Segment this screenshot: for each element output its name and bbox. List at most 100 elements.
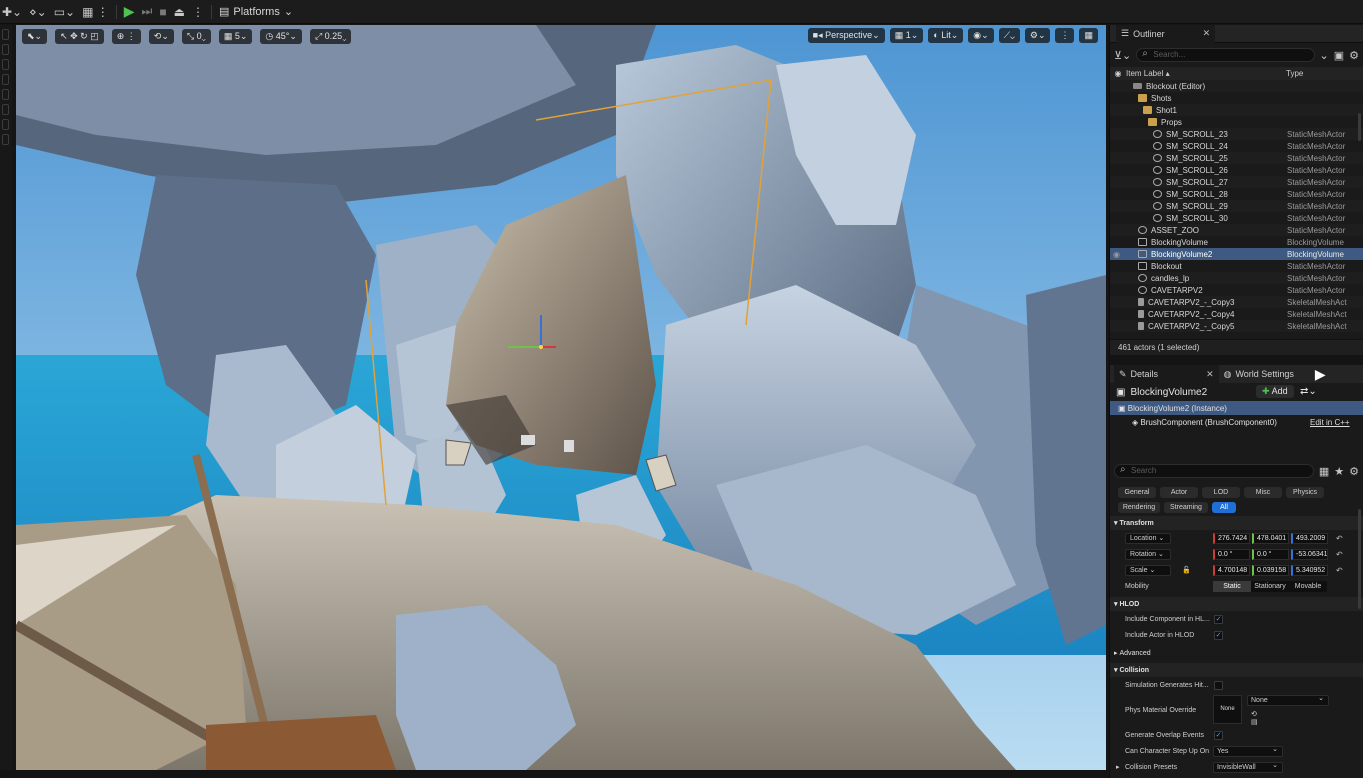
settings-icon[interactable]: ⚙⌄ [1024, 28, 1051, 43]
reset-icon[interactable]: ↶ [1336, 550, 1343, 559]
filter-chip-streaming[interactable]: Streaming [1164, 502, 1208, 513]
browse-icon[interactable]: ⟲ ▤ [1251, 710, 1258, 726]
outliner-search-input[interactable]: Search... [1136, 48, 1315, 62]
scale-dropdown[interactable]: Scale ⌄ [1125, 564, 1171, 576]
filter-chip-lod[interactable]: LOD [1202, 487, 1240, 498]
section-transform[interactable]: ▾ Transform [1110, 516, 1363, 530]
include-actor-checkbox[interactable]: ✓ [1214, 630, 1223, 640]
play-icon[interactable]: ▶ [124, 3, 135, 20]
edit-in-cpp-link[interactable]: Edit in C++ [1310, 418, 1350, 427]
outliner-row[interactable]: SM_SCROLL_27 StaticMeshActor [1110, 176, 1363, 188]
mode-icon[interactable] [2, 134, 9, 145]
filter-chip-rendering[interactable]: Rendering [1118, 502, 1160, 513]
tab-details[interactable]: ✎ Details ✕ [1114, 365, 1219, 383]
close-icon[interactable]: ✕ [1206, 369, 1214, 380]
blueprint-icon[interactable]: ⋄⌄ [29, 6, 47, 18]
location-z-field[interactable]: 493.2009 [1291, 532, 1328, 544]
step-icon[interactable]: ⏭ [142, 4, 153, 19]
section-advanced[interactable]: ▸ Advanced [1110, 646, 1363, 660]
outliner-row[interactable]: CAVETARPV2_-_Copy5 SkeletalMeshAct [1110, 320, 1363, 332]
location-dropdown[interactable]: Location ⌄ [1125, 532, 1171, 544]
add-actor-icon[interactable]: ✚⌄ [2, 6, 22, 18]
details-scrollbar[interactable] [1358, 509, 1361, 609]
show-flags-button[interactable]: ◉⌄ [968, 28, 994, 43]
outliner-row[interactable]: BlockingVolume BlockingVolume [1110, 236, 1363, 248]
grid-snap-button[interactable]: ⤡ 0⌄ [181, 28, 211, 44]
settings-icon[interactable]: ⚙ [1349, 49, 1359, 62]
visibility-icon[interactable]: ◉ [1110, 69, 1126, 78]
outliner-row[interactable]: CAVETARPV2 StaticMeshActor [1110, 284, 1363, 296]
play-icon[interactable]: ▶ [1315, 366, 1326, 383]
rotate-snap-button[interactable]: ◷ 45°⌄ [260, 28, 302, 44]
outliner-row[interactable]: SM_SCROLL_29 StaticMeshActor [1110, 200, 1363, 212]
transform-tools[interactable]: ↖ ✥ ↻ ◰ [55, 28, 104, 44]
play-options-icon[interactable]: ⋮ [192, 6, 204, 18]
cinematics-icon[interactable]: ▭⌄ [54, 6, 75, 18]
mobility-stationary[interactable]: Stationary [1251, 581, 1289, 592]
favorite-icon[interactable]: ★ [1334, 465, 1344, 478]
phys-material-thumbnail[interactable]: None [1213, 695, 1242, 724]
section-hlod[interactable]: ▾ HLOD [1110, 597, 1363, 611]
expand-icon[interactable]: ▸ [1116, 763, 1120, 771]
reset-icon[interactable]: ↶ [1336, 534, 1343, 543]
platforms-menu[interactable]: ▤ Platforms ⌄ [219, 5, 293, 19]
mode-icon[interactable] [2, 104, 9, 115]
scale-z-field[interactable]: 5.340952 [1291, 564, 1328, 576]
rotation-x-field[interactable]: 0.0 ° [1213, 548, 1250, 560]
phys-material-select[interactable]: None [1247, 694, 1329, 706]
outliner-row[interactable]: CAVETARPV2_-_Copy3 SkeletalMeshAct [1110, 296, 1363, 308]
outliner-row[interactable]: SM_SCROLL_24 StaticMeshActor [1110, 140, 1363, 152]
col-type[interactable]: Type [1286, 69, 1303, 78]
eject-icon[interactable]: ⏏ [174, 6, 185, 18]
outliner-row[interactable]: SM_SCROLL_25 StaticMeshActor [1110, 152, 1363, 164]
mode-icon[interactable] [2, 74, 9, 85]
outliner-row[interactable]: candles_lp StaticMeshActor [1110, 272, 1363, 284]
outliner-row[interactable]: SM_SCROLL_26 StaticMeshActor [1110, 164, 1363, 176]
presets-select[interactable]: InvisibleWall [1213, 761, 1283, 773]
section-collision[interactable]: ▾ Collision [1110, 663, 1363, 677]
scale-x-field[interactable]: 4.700148 [1213, 564, 1250, 576]
filter-icon[interactable]: ⊻⌄ [1114, 49, 1131, 62]
outliner-row[interactable]: SM_SCROLL_23 StaticMeshActor [1110, 128, 1363, 140]
overlap-checkbox[interactable]: ✓ [1214, 730, 1223, 740]
outliner-row[interactable]: Shot1 [1110, 104, 1363, 116]
outliner-row[interactable]: CAVETARPV2_-_Copy4 SkeletalMeshAct [1110, 308, 1363, 320]
mode-icon[interactable] [2, 59, 9, 70]
tab-world-settings[interactable]: ◍ World Settings [1219, 365, 1299, 383]
mode-icon[interactable] [2, 44, 9, 55]
col-item-label[interactable]: Item Label ▴ [1126, 69, 1170, 78]
select-mode-button[interactable]: ⬉⌄ [22, 28, 48, 44]
reset-icon[interactable]: ↶ [1336, 566, 1343, 575]
layout-icon[interactable]: ▦ [1079, 28, 1098, 43]
filter-chip-all[interactable]: All [1212, 502, 1236, 513]
filter-chip-misc[interactable]: Misc [1244, 487, 1282, 498]
outliner-row[interactable]: Props [1110, 116, 1363, 128]
location-y-field[interactable]: 478.0401 [1252, 532, 1289, 544]
stop-icon[interactable]: ■ [159, 5, 166, 19]
rotation-z-field[interactable]: -53.06341 [1291, 548, 1328, 560]
filter-chip-actor[interactable]: Actor [1160, 487, 1198, 498]
outliner-scrollbar[interactable] [1358, 113, 1361, 141]
step-up-select[interactable]: Yes [1213, 745, 1283, 757]
table-view-icon[interactable]: ▦ [1319, 465, 1329, 478]
lock-icon[interactable]: 🔓 [1182, 566, 1191, 574]
visibility-icon[interactable]: ◉ [1110, 250, 1123, 259]
add-folder-icon[interactable]: ▣ [1334, 49, 1344, 62]
mode-icon[interactable] [2, 89, 9, 100]
build-icon[interactable]: ▦ ⋮ [82, 6, 109, 18]
outliner-row[interactable]: Blockout StaticMeshActor [1110, 260, 1363, 272]
mode-icon[interactable] [2, 119, 9, 130]
mode-icon[interactable] [2, 29, 9, 40]
mobility-movable[interactable]: Movable [1289, 581, 1327, 592]
lit-mode-button[interactable]: ◐ Lit⌄ [928, 28, 964, 43]
outliner-row[interactable]: SM_SCROLL_30 StaticMeshActor [1110, 212, 1363, 224]
scene-render[interactable] [16, 25, 1106, 770]
performance-button[interactable]: ⟋⌄ [998, 28, 1020, 43]
more-options-icon[interactable]: ⋮ [1055, 28, 1075, 43]
outliner-row[interactable]: ASSET_ZOO StaticMeshActor [1110, 224, 1363, 236]
outliner-row[interactable]: Blockout (Editor) [1110, 80, 1363, 92]
move-snap-button[interactable]: ▦ 5⌄ [218, 28, 253, 44]
world-local-button[interactable]: ⊕ ⋮ [111, 28, 141, 44]
scale-snap-button[interactable]: ⤢ 0.25⌄ [309, 28, 352, 44]
level-viewport[interactable]: ⬉⌄ ↖ ✥ ↻ ◰ ⊕ ⋮ ⟲⌄ ⤡ 0⌄ ▦ 5⌄ ◷ 45°⌄ ⤢ 0.2… [16, 25, 1106, 770]
